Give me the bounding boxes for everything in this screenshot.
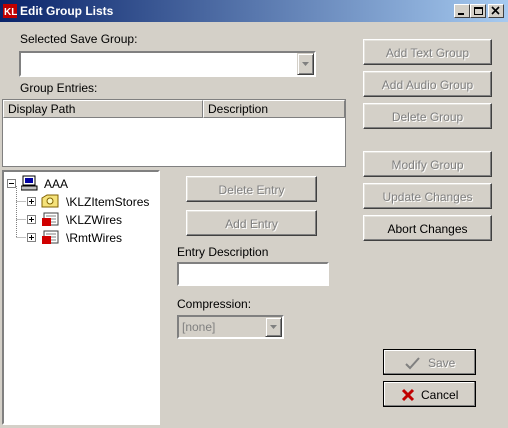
save-group-label: Selected Save Group: bbox=[20, 32, 138, 46]
chevron-down-icon bbox=[302, 62, 309, 66]
modify-group-button[interactable]: Modify Group bbox=[363, 151, 492, 177]
tree-node-label: \KLZWires bbox=[66, 213, 123, 227]
app-icon: KL bbox=[3, 4, 17, 18]
wire-source-icon bbox=[42, 212, 59, 226]
abort-changes-button[interactable]: Abort Changes bbox=[363, 215, 492, 241]
save-group-combo[interactable] bbox=[19, 51, 316, 77]
save-group-dropdown-button[interactable] bbox=[297, 53, 314, 75]
wire-source-icon bbox=[42, 230, 59, 244]
tree-node-label: \KLZItemStores bbox=[66, 195, 150, 209]
cancel-button-label: Cancel bbox=[421, 388, 459, 402]
expand-icon[interactable] bbox=[27, 197, 36, 206]
minimize-button[interactable] bbox=[454, 4, 470, 18]
folder-icon bbox=[41, 194, 59, 208]
entry-description-label: Entry Description bbox=[177, 245, 269, 259]
tree-node-label: AAA bbox=[44, 177, 69, 191]
close-window-button[interactable] bbox=[488, 4, 504, 18]
checkmark-icon bbox=[405, 357, 420, 370]
tree-node-rmtwires[interactable]: \RmtWires bbox=[4, 229, 158, 247]
entry-description-input[interactable] bbox=[177, 262, 329, 286]
tree-node-label: \RmtWires bbox=[66, 231, 122, 245]
tree-node-klzwires[interactable]: \KLZWires bbox=[4, 211, 158, 229]
minimize-icon bbox=[458, 13, 464, 15]
group-entries-list[interactable]: Display Path Description bbox=[2, 99, 346, 167]
computer-icon bbox=[21, 175, 38, 191]
close-icon bbox=[401, 388, 415, 402]
maximize-icon bbox=[474, 7, 483, 15]
add-entry-button[interactable]: Add Entry bbox=[186, 210, 317, 236]
update-changes-button[interactable]: Update Changes bbox=[363, 183, 492, 209]
collapse-icon[interactable] bbox=[7, 179, 16, 188]
compression-label: Compression: bbox=[177, 297, 252, 311]
tree-node-klzitemstores[interactable]: \KLZItemStores bbox=[4, 193, 158, 211]
compression-dropdown-button[interactable] bbox=[265, 317, 282, 337]
add-audio-group-button[interactable]: Add Audio Group bbox=[363, 71, 492, 97]
tree-node-root[interactable]: AAA bbox=[4, 175, 154, 193]
delete-group-button[interactable]: Delete Group bbox=[363, 103, 492, 129]
title-bar[interactable]: KL Edit Group Lists bbox=[0, 0, 508, 22]
save-button-label: Save bbox=[428, 356, 456, 370]
expand-icon[interactable] bbox=[27, 215, 36, 224]
save-button[interactable]: Save bbox=[383, 349, 476, 375]
close-icon bbox=[491, 6, 500, 15]
compression-combo[interactable]: [none] bbox=[177, 315, 284, 339]
chevron-down-icon bbox=[270, 325, 277, 329]
cancel-button[interactable]: Cancel bbox=[383, 381, 476, 407]
column-header-description[interactable]: Description bbox=[203, 100, 345, 118]
group-entries-label: Group Entries: bbox=[20, 81, 98, 95]
tag-tree[interactable]: AAA \KLZItemStores \KLZWires \RmtWires bbox=[2, 170, 160, 425]
svg-text:KL: KL bbox=[4, 7, 17, 18]
delete-entry-button[interactable]: Delete Entry bbox=[186, 176, 317, 202]
window-title: Edit Group Lists bbox=[20, 4, 114, 18]
add-text-group-button[interactable]: Add Text Group bbox=[363, 39, 492, 65]
maximize-button[interactable] bbox=[470, 4, 486, 18]
compression-value: [none] bbox=[182, 320, 216, 334]
column-header-display-path[interactable]: Display Path bbox=[3, 100, 203, 118]
expand-icon[interactable] bbox=[27, 233, 36, 242]
